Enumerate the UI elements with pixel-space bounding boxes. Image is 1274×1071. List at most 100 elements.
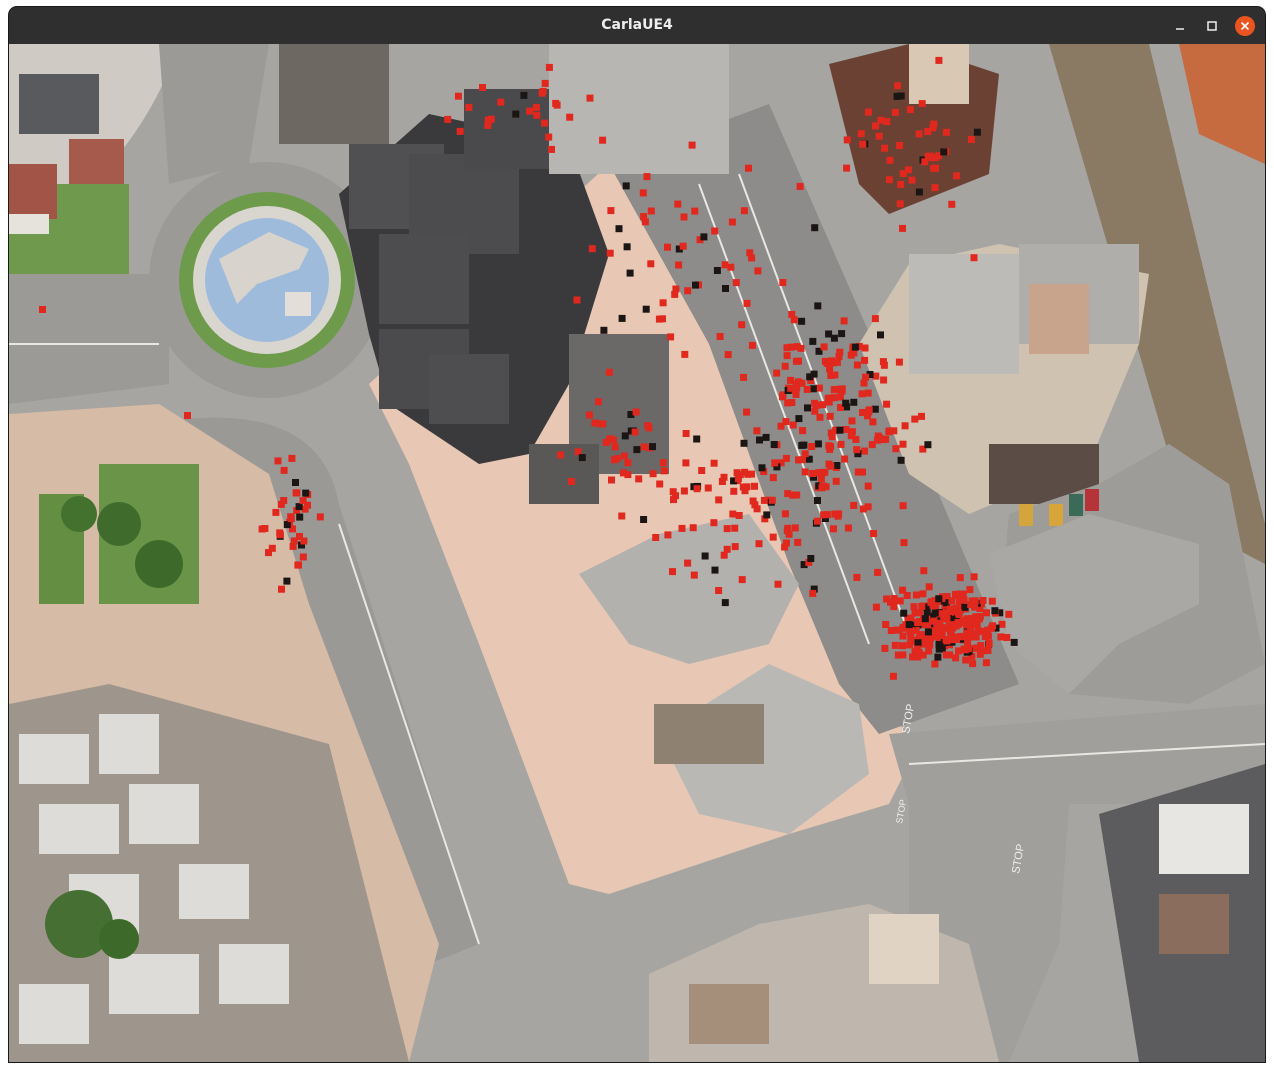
overlay-point (600, 326, 608, 334)
overlay-point (838, 330, 846, 338)
overlay-point (934, 653, 942, 661)
simulation-viewport[interactable]: STOP STOP STOP (9, 44, 1265, 1062)
overlay-point (682, 459, 690, 467)
close-button[interactable] (1235, 16, 1255, 36)
building-roof-detail (654, 704, 764, 764)
overlay-point (945, 622, 953, 630)
overlay-point (744, 470, 752, 478)
overlay-point (771, 459, 779, 467)
overlay-point (700, 233, 708, 241)
overlay-point (928, 598, 935, 606)
overlay-point (283, 577, 291, 585)
overlay-point (924, 441, 932, 449)
titlebar[interactable]: CarlaUE4 (9, 7, 1265, 44)
overlay-point (806, 373, 814, 381)
overlay-point (850, 501, 858, 509)
overlay-point (942, 635, 950, 643)
tree (135, 540, 183, 588)
overlay-point (953, 604, 961, 612)
overlay-point (899, 502, 907, 510)
overlay-point (454, 92, 462, 100)
overlay-point (869, 418, 877, 426)
overlay-point (836, 426, 844, 434)
overlay-point (280, 497, 288, 504)
overlay-point (710, 519, 718, 527)
overlay-point (823, 359, 831, 367)
overlay-point (649, 470, 657, 478)
overlay-point (795, 415, 803, 423)
overlay-point (813, 517, 821, 525)
overlay-point (649, 443, 656, 451)
minimize-icon (1176, 28, 1184, 30)
building-roof (869, 914, 939, 984)
overlay-point (897, 180, 905, 188)
overlay-point (618, 314, 626, 322)
overlay-point (897, 456, 905, 464)
overlay-point (682, 430, 690, 437)
overlay-point (809, 470, 817, 477)
building-roof (1159, 894, 1229, 954)
building-roof (689, 984, 769, 1044)
overlay-point (811, 224, 819, 232)
overlay-point (935, 595, 943, 603)
overlay-point (783, 527, 791, 535)
overlay-point (748, 341, 756, 349)
overlay-point (316, 513, 324, 521)
overlay-point (713, 267, 721, 274)
overlay-point (899, 632, 907, 640)
overlay-point (977, 642, 985, 650)
maximize-button[interactable] (1202, 16, 1222, 36)
overlay-point (950, 633, 958, 641)
overlay-point (997, 633, 1005, 641)
overlay-point (595, 398, 602, 406)
overlay-point (774, 580, 782, 588)
overlay-point (837, 440, 845, 448)
minimize-button[interactable] (1170, 16, 1190, 36)
overlay-point (783, 344, 791, 352)
overlay-point (921, 615, 929, 623)
overlay-point (545, 63, 553, 71)
overlay-point (635, 475, 643, 483)
house-roof (19, 74, 99, 134)
overlay-point (864, 108, 872, 116)
overlay-point (792, 390, 800, 398)
overlay-point (840, 317, 848, 325)
overlay-point (740, 207, 748, 215)
overlay-point (615, 225, 623, 233)
overlay-point (647, 260, 655, 268)
overlay-point (698, 467, 706, 474)
overlay-point (756, 436, 763, 444)
overlay-point (872, 603, 880, 611)
overlay-point (39, 306, 46, 313)
overlay-point (861, 447, 868, 455)
overlay-point (929, 124, 937, 132)
overlay-point (710, 459, 718, 467)
overlay-point (853, 446, 861, 454)
overlay-point (979, 597, 987, 604)
overlay-point (827, 462, 835, 470)
overlay-point (899, 440, 907, 448)
overlay-point (851, 343, 859, 351)
overlay-point (801, 450, 809, 458)
overlay-point (816, 413, 824, 421)
overlay-point (969, 660, 977, 668)
overlay-point (656, 480, 664, 488)
overlay-point (963, 621, 970, 629)
overlay-point (885, 428, 893, 436)
overlay-point (608, 476, 615, 484)
overlay-point (947, 605, 955, 613)
overlay-point (933, 625, 941, 633)
overlay-point (809, 589, 817, 597)
overlay-point (578, 454, 586, 462)
overlay-point (642, 305, 650, 313)
overlay-point (859, 140, 867, 148)
overlay-point (883, 400, 891, 408)
overlay-point (769, 533, 777, 541)
overlay-point (745, 164, 752, 172)
overlay-point (925, 583, 933, 591)
overlay-point (899, 224, 906, 232)
overlay-point (753, 427, 761, 435)
overlay-point (735, 512, 743, 519)
overlay-point (989, 622, 997, 630)
overlay-point (274, 457, 282, 465)
